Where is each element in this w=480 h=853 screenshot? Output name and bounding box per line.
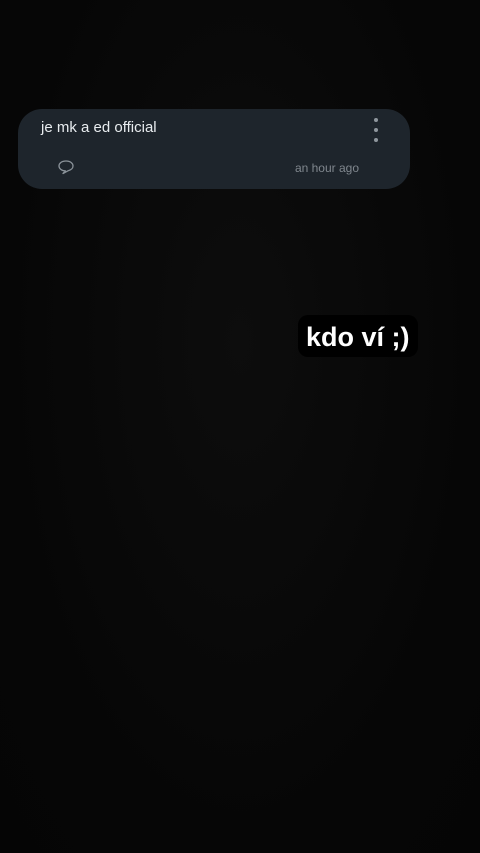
menu-dot	[374, 118, 378, 122]
comment-timestamp: an hour ago	[294, 161, 359, 175]
more-options-icon[interactable]	[368, 118, 384, 142]
menu-dot	[374, 128, 378, 132]
menu-dot	[374, 138, 378, 142]
story-caption: kdo ví ;)	[298, 315, 418, 357]
comment-text: je mk a ed official	[41, 119, 157, 136]
comment-card[interactable]: je mk a ed official an hour ago	[18, 109, 410, 189]
speech-bubble-icon[interactable]	[57, 159, 75, 175]
story-screen: je mk a ed official an hour ago kdo ví ;…	[0, 0, 480, 853]
